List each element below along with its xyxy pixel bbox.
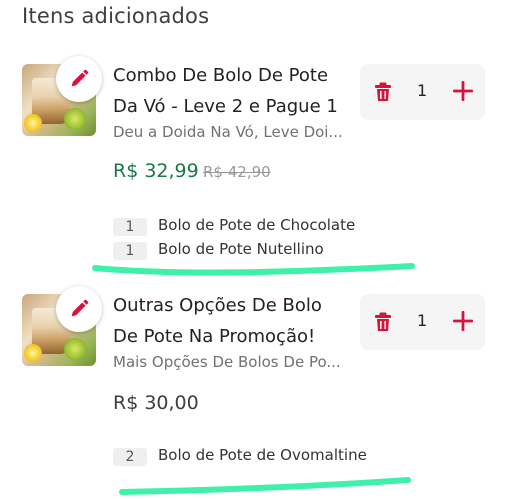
subitem-name: Bolo de Pote de Ovomaltine: [158, 446, 367, 464]
trash-icon[interactable]: [374, 312, 392, 332]
pencil-icon: [71, 299, 89, 317]
edit-button[interactable]: [56, 286, 102, 332]
quantity-value: 1: [417, 311, 428, 330]
price: R$ 30,00: [113, 392, 199, 414]
plus-icon[interactable]: [452, 310, 474, 332]
product-name: Outras Opções De Bolo De Pote Na Promoçã…: [113, 295, 322, 347]
highlight-stroke: [92, 263, 415, 495]
quantity-stepper: 1: [360, 294, 485, 350]
subitem-qty: 2: [113, 448, 147, 466]
product-description: Mais Opções De Bolos De Po...: [113, 353, 341, 371]
